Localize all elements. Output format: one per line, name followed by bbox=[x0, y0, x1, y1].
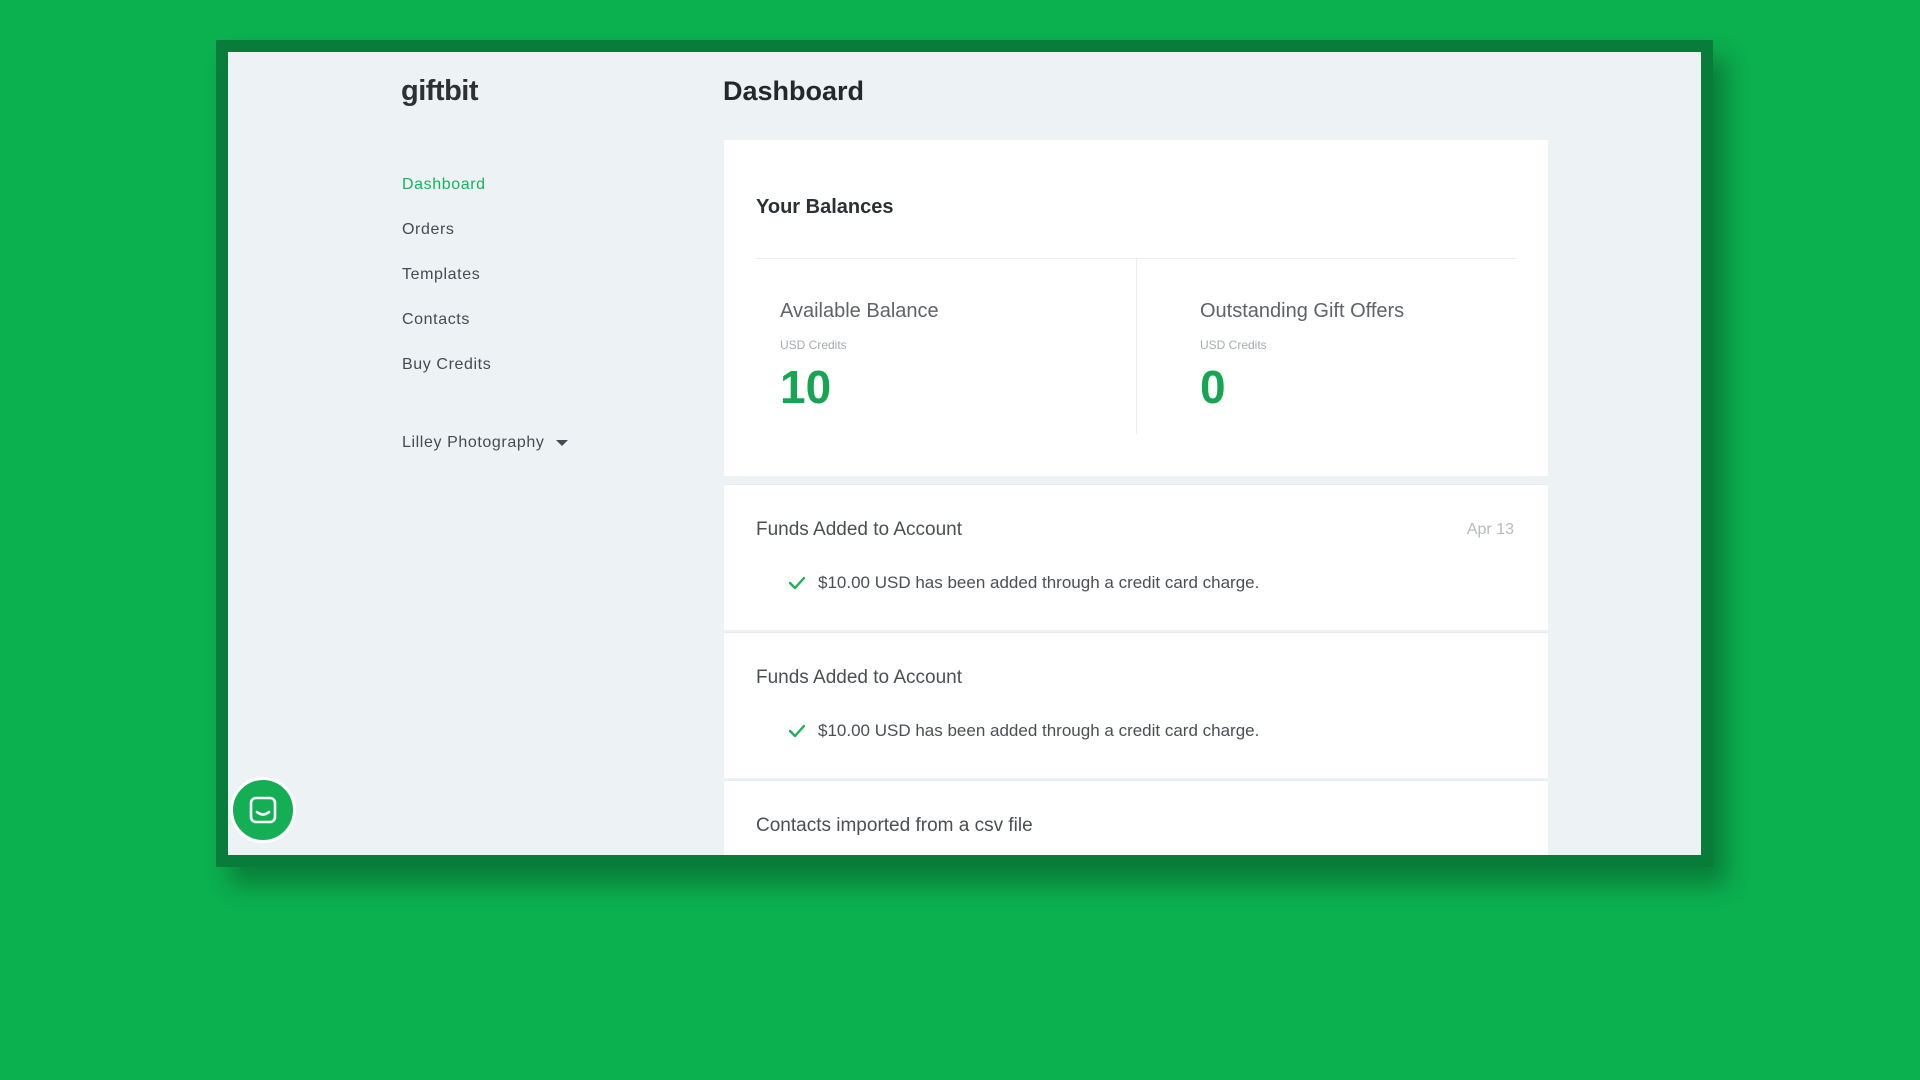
outstanding-gift-offers-label: Outstanding Gift Offers bbox=[1200, 300, 1405, 322]
outstanding-gift-offers-unit: USD Credits bbox=[1200, 338, 1267, 352]
activity-date: Apr 13 bbox=[1466, 521, 1514, 538]
balances-column-divider bbox=[1136, 258, 1137, 434]
activity-title: Funds Added to Account bbox=[756, 519, 962, 540]
available-balance-label: Available Balance bbox=[780, 300, 939, 322]
sidebar-item-dashboard[interactable]: Dashboard bbox=[402, 176, 491, 221]
app-logo[interactable]: giftbit bbox=[401, 75, 479, 108]
activity-title: Funds Added to Account bbox=[756, 667, 962, 688]
activity-item[interactable]: Funds Added to Account $10.00 USD has be… bbox=[724, 632, 1548, 778]
activity-item[interactable]: Funds Added to Account Apr 13 $10.00 USD… bbox=[724, 484, 1548, 630]
sidebar-item-buy-credits[interactable]: Buy Credits bbox=[402, 356, 491, 401]
balances-card: Your Balances Available Balance USD Cred… bbox=[724, 140, 1548, 476]
check-icon bbox=[788, 576, 806, 590]
chat-button[interactable] bbox=[230, 777, 296, 843]
app-window: giftbit Dashboard Orders Templates Conta… bbox=[228, 52, 1701, 855]
activity-detail-text: $10.00 USD has been added through a cred… bbox=[818, 573, 1260, 592]
account-switcher[interactable]: Lilley Photography bbox=[402, 434, 569, 452]
outstanding-gift-offers: Outstanding Gift Offers USD Credits 0 bbox=[1200, 300, 1404, 410]
activity-detail-text: $10.00 USD has been added through a cred… bbox=[818, 721, 1260, 740]
activity-detail: $10.00 USD has been added through a cred… bbox=[788, 721, 1259, 741]
check-icon bbox=[788, 724, 806, 738]
outstanding-gift-offers-value: 0 bbox=[1200, 361, 1226, 413]
available-balance: Available Balance USD Credits 10 bbox=[780, 300, 939, 410]
available-balance-value: 10 bbox=[780, 361, 832, 413]
sidebar-nav: Dashboard Orders Templates Contacts Buy … bbox=[402, 176, 491, 401]
activity-item[interactable]: Contacts imported from a csv file bbox=[724, 780, 1548, 855]
balances-title: Your Balances bbox=[756, 196, 894, 218]
account-name: Lilley Photography bbox=[402, 434, 545, 451]
activity-title: Contacts imported from a csv file bbox=[756, 815, 1033, 836]
available-balance-unit: USD Credits bbox=[780, 338, 847, 352]
chat-bubble-icon bbox=[249, 796, 277, 824]
page-title: Dashboard bbox=[723, 76, 865, 106]
sidebar-item-templates[interactable]: Templates bbox=[402, 266, 491, 311]
activity-detail: $10.00 USD has been added through a cred… bbox=[788, 573, 1259, 593]
caret-down-icon bbox=[556, 440, 569, 446]
sidebar-item-orders[interactable]: Orders bbox=[402, 221, 491, 266]
sidebar-item-contacts[interactable]: Contacts bbox=[402, 311, 491, 356]
